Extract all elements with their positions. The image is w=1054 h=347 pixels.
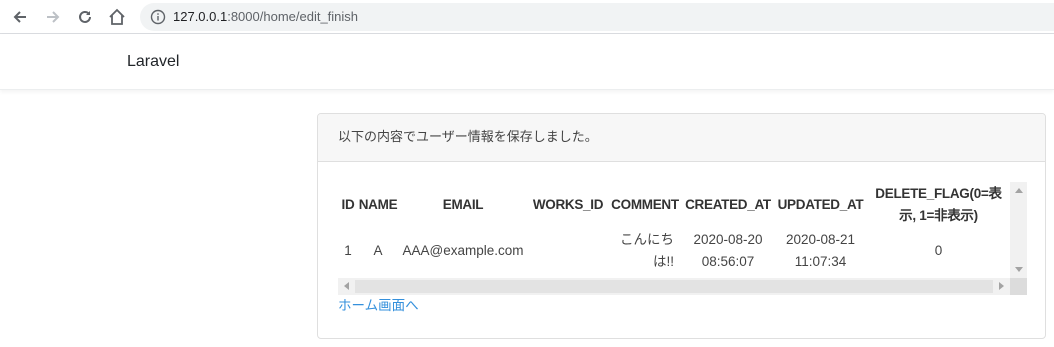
info-icon[interactable] (150, 9, 166, 25)
th-works-id: WORKS_ID (532, 197, 604, 212)
cell-email: AAA@example.com (402, 243, 524, 258)
cell-id: 1 (344, 243, 352, 258)
th-created-at: CREATED_AT (685, 197, 771, 212)
scroll-left-arrow-icon[interactable] (344, 282, 349, 290)
home-screen-link[interactable]: ホーム画面へ (338, 297, 419, 315)
forward-arrow-icon[interactable] (41, 5, 65, 29)
vertical-scrollbar[interactable] (1010, 182, 1027, 278)
cell-comment: こんにちは!! (620, 232, 674, 269)
card-header: 以下の内容でユーザー情報を保存しました。 (318, 114, 1045, 162)
scroll-down-arrow-icon[interactable] (1015, 267, 1023, 272)
th-updated-at: UPDATED_AT (777, 197, 864, 212)
horizontal-scroll-thumb[interactable] (355, 280, 993, 293)
reload-icon[interactable] (73, 5, 97, 29)
scrollbar-corner (1010, 278, 1027, 295)
url-host: 127.0.0.1 (173, 9, 228, 24)
th-comment: COMMENT (611, 197, 679, 212)
url-text: 127.0.0.1:8000/home/edit_finish (173, 9, 358, 25)
th-email: EMAIL (442, 197, 484, 212)
app-navbar: Laravel (0, 34, 1054, 90)
table-row: 1 A AAA@example.com こんにちは!! 2020-08-20 0… (338, 228, 1010, 274)
table-header-row: ID NAME EMAIL WORKS_ID COMMENT CREATED_A… (338, 182, 1010, 228)
th-delete-flag: DELETE_FLAG(0=表示, 1=非表示) (875, 186, 1002, 223)
result-card: 以下の内容でユーザー情報を保存しました。 ID NAME EMAIL WORKS… (317, 113, 1046, 339)
th-id: ID (341, 197, 355, 212)
table-wrapper: ID NAME EMAIL WORKS_ID COMMENT CREATED_A… (338, 182, 1010, 278)
table-scroll-area[interactable]: ID NAME EMAIL WORKS_ID COMMENT CREATED_A… (338, 182, 1028, 295)
cell-name: A (373, 243, 383, 258)
back-arrow-icon[interactable] (8, 5, 32, 29)
browser-toolbar: 127.0.0.1:8000/home/edit_finish (0, 0, 1054, 34)
brand-link[interactable]: Laravel (127, 52, 179, 72)
scroll-up-arrow-icon[interactable] (1015, 188, 1023, 193)
cell-created-at: 2020-08-20 08:56:07 (693, 232, 763, 269)
user-table: ID NAME EMAIL WORKS_ID COMMENT CREATED_A… (338, 182, 1010, 274)
cell-delete-flag: 0 (934, 243, 943, 258)
card-header-text: 以下の内容でユーザー情報を保存しました。 (338, 130, 598, 145)
address-bar[interactable]: 127.0.0.1:8000/home/edit_finish (140, 3, 1054, 31)
cell-updated-at: 2020-08-21 11:07:34 (785, 232, 856, 269)
url-path: :8000/home/edit_finish (227, 9, 359, 24)
th-name: NAME (358, 197, 398, 212)
home-icon[interactable] (105, 5, 129, 29)
horizontal-scrollbar[interactable] (338, 278, 1010, 295)
cell-works-id (528, 228, 608, 274)
scroll-right-arrow-icon[interactable] (999, 282, 1004, 290)
